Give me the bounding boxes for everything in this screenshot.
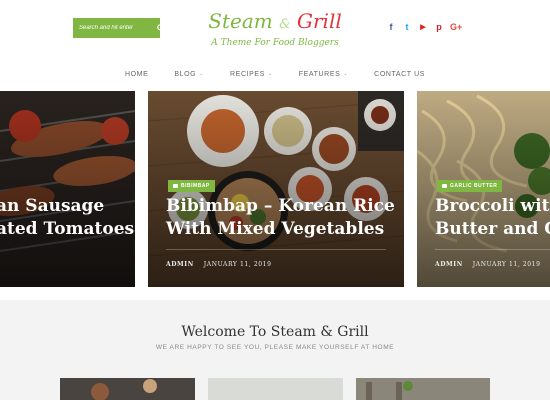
category-badge[interactable]: BIBIMBAP <box>168 180 215 192</box>
logo-word-steam: Steam <box>208 9 273 33</box>
nav-home[interactable]: Home <box>125 71 148 78</box>
featured-slider: an Sausage ated Tomatoes BIBIMBAP Bibimb… <box>0 91 550 287</box>
post-thumbnail[interactable] <box>208 378 343 400</box>
youtube-icon[interactable]: ▶ <box>418 23 428 31</box>
welcome-section: Welcome To Steam & Grill WE ARE HAPPY TO… <box>0 300 550 400</box>
twitter-icon[interactable]: t <box>402 22 412 32</box>
slide-title[interactable]: Broccoli with Butter and Ca <box>435 195 550 241</box>
slide-title-line: Bibimbap – Korean Rice <box>166 196 395 216</box>
folder-icon <box>173 184 178 188</box>
slide-meta: ADMIN JANUARY 11, 2019 <box>166 261 272 268</box>
slide-title-line: Butter and Ca <box>435 219 550 239</box>
slide-title[interactable]: Bibimbap – Korean Rice With Mixed Vegeta… <box>166 195 395 241</box>
nav-label: Contact Us <box>374 70 426 78</box>
logo-word-grill: Grill <box>297 9 342 33</box>
slide-meta: ADMIN JANUARY 11, 2019 <box>435 261 541 268</box>
site-header: Steam & Grill A Theme For Food Bloggers … <box>0 0 550 90</box>
search-input[interactable] <box>79 25 157 31</box>
slide-title-line: an Sausage <box>0 196 105 216</box>
nav-label: Features <box>298 70 341 78</box>
post-author[interactable]: ADMIN <box>166 261 194 268</box>
slide-title-line: Broccoli with <box>435 196 550 216</box>
slide-sausage[interactable]: an Sausage ated Tomatoes <box>0 91 135 287</box>
logo-title: Steam & Grill <box>200 9 350 37</box>
nav-features[interactable]: Features ⌄ <box>299 71 348 78</box>
nav-contact[interactable]: Contact Us <box>374 71 425 78</box>
nav-blog[interactable]: Blog ⌄ <box>174 71 204 78</box>
nav-recipes[interactable]: Recipes ⌄ <box>230 71 273 78</box>
site-logo[interactable]: Steam & Grill A Theme For Food Bloggers <box>200 9 350 48</box>
search-icon[interactable] <box>157 23 165 33</box>
post-date[interactable]: JANUARY 11, 2019 <box>473 261 541 268</box>
slide-title-line: ated Tomatoes <box>0 219 135 239</box>
chevron-down-icon: ⌄ <box>267 71 273 77</box>
welcome-title: Welcome To Steam & Grill <box>181 324 369 340</box>
slide-title-line: With Mixed Vegetables <box>166 219 385 239</box>
welcome-subtitle: WE ARE HAPPY TO SEE YOU, PLEASE MAKE YOU… <box>155 344 395 351</box>
slide-title[interactable]: an Sausage ated Tomatoes <box>0 195 134 241</box>
slide-overlay <box>0 91 135 287</box>
chevron-down-icon: ⌄ <box>343 71 349 77</box>
post-author[interactable]: ADMIN <box>435 261 463 268</box>
post-thumbnail[interactable] <box>356 378 490 400</box>
facebook-icon[interactable]: f <box>386 22 396 32</box>
nav-label: Blog <box>174 70 197 78</box>
folder-icon <box>442 184 447 188</box>
badge-label: BIBIMBAP <box>181 183 210 189</box>
badge-label: GARLIC BUTTER <box>450 183 498 189</box>
pinterest-icon[interactable]: p <box>434 22 444 32</box>
google-plus-icon[interactable]: G+ <box>450 22 462 32</box>
nav-label: Recipes <box>230 70 265 78</box>
post-thumbnail[interactable] <box>60 378 195 400</box>
slide-broccoli[interactable]: GARLIC BUTTER Broccoli with Butter and C… <box>417 91 550 287</box>
slide-divider <box>166 249 386 250</box>
chevron-down-icon: ⌄ <box>199 71 205 77</box>
slide-divider <box>435 249 550 250</box>
post-date[interactable]: JANUARY 11, 2019 <box>204 261 272 268</box>
main-nav: Home Blog ⌄ Recipes ⌄ Features ⌄ Contact Us <box>0 64 550 84</box>
logo-tagline: A Theme For Food Bloggers <box>211 38 339 48</box>
search-box[interactable] <box>73 18 165 38</box>
nav-label: Home <box>124 70 149 78</box>
logo-ampersand: & <box>279 17 291 32</box>
social-links: f t ▶ p G+ <box>386 22 463 32</box>
slide-bibimbap[interactable]: BIBIMBAP Bibimbap – Korean Rice With Mix… <box>148 91 404 287</box>
category-badge[interactable]: GARLIC BUTTER <box>437 180 503 192</box>
